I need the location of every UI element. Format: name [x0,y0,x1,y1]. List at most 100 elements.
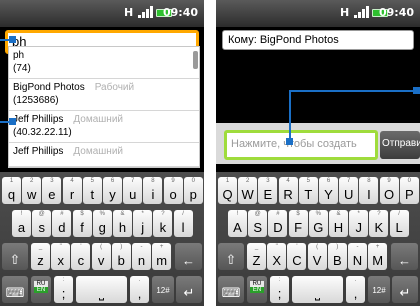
key-o[interactable]: 9O [379,177,399,204]
suggestion-item[interactable]: ph (74) [9,47,199,79]
key-k[interactable]: ? k [153,210,173,237]
key-v[interactable]: (V [307,243,327,270]
key-alt-label: ( [316,244,319,250]
key-c[interactable]: ' c [71,243,91,270]
key-f[interactable]: $ F [288,210,308,237]
key-x[interactable]: " X [267,243,287,270]
key-label: b [117,253,125,268]
key-z[interactable]: _ Z [247,243,266,270]
key-label: S [253,220,263,235]
scrollbar[interactable] [193,51,198,69]
key-alt-label: % [99,211,105,217]
key-q[interactable]: 1Q [218,177,237,204]
language-key[interactable]: RU EN [31,276,51,303]
key-y[interactable]: 6y [103,177,122,204]
keyboard-settings-key[interactable]: ⌨ [2,276,28,303]
key-h[interactable]: & H [329,210,348,237]
shift-key[interactable]: ⇧ [218,243,244,270]
key-p[interactable]: 0p [183,177,203,204]
key-alt-label: ? [161,211,165,217]
key-d[interactable]: # d [52,210,72,237]
key-c[interactable]: ' C [287,243,307,270]
space-key[interactable]: ⎵ [76,276,127,303]
key-m[interactable]: + M [368,243,388,270]
key-label: d [58,220,66,235]
key-label: r [69,187,75,202]
key-label: q [7,187,16,202]
key-n[interactable]: -n [132,243,151,270]
key-o[interactable]: 9o [163,177,183,204]
enter-key[interactable]: ↵ [176,276,202,303]
key-l[interactable]: / L [389,210,409,237]
key-e[interactable]: 3e [42,177,62,204]
key-alt-label: 1 [9,178,14,184]
semicolon-key[interactable]: :; [54,276,73,303]
key-d[interactable]: # D [268,210,288,237]
key-t[interactable]: 5T [298,177,318,204]
key-g[interactable]: % g [92,210,112,237]
key-s[interactable]: @ s [32,210,52,237]
key-l[interactable]: / l [173,210,193,237]
key-r[interactable]: 4R [278,177,298,204]
key-b[interactable]: ) B [327,243,347,270]
key-e[interactable]: 3E [258,177,278,204]
send-button[interactable]: Отправить [380,131,420,159]
key-alt-label: : [278,277,281,283]
key-j[interactable]: * j [133,210,153,237]
key-label: g [98,220,106,235]
key-v[interactable]: (v [91,243,111,270]
keyboard-settings-key[interactable]: ⌨ [218,276,244,303]
key-w[interactable]: 2w [22,177,42,204]
key-u[interactable]: 7u [123,177,143,204]
key-alt-label: * [141,211,144,217]
key-x[interactable]: " x [51,243,71,270]
shift-key[interactable]: ⇧ [2,243,28,270]
to-field[interactable]: Кому: BigPond Photos [222,30,414,50]
key-b[interactable]: ) b [111,243,131,270]
key-alt-label: / [182,211,184,217]
key-y[interactable]: 6Y [319,177,338,204]
message-input[interactable]: Нажмите, чтобы создать [224,130,378,160]
comma-key[interactable]: ., [346,276,365,303]
key-i[interactable]: 8I [359,177,379,204]
language-key[interactable]: RU EN [247,276,267,303]
key-alt-label: ! [236,211,239,217]
backspace-key[interactable]: ← [175,243,202,270]
key-r[interactable]: 4r [62,177,82,204]
key-s[interactable]: @ S [248,210,268,237]
callout-dot [9,36,16,43]
backspace-key[interactable]: ← [391,243,418,270]
key-f[interactable]: $ f [72,210,92,237]
key-t[interactable]: 5t [82,177,102,204]
key-h[interactable]: & h [113,210,132,237]
key-a[interactable]: ! A [228,210,247,237]
key-label: L [395,220,403,235]
comma-key[interactable]: ., [130,276,149,303]
symbols-key[interactable]: 12# [368,276,390,303]
key-k[interactable]: ? K [369,210,389,237]
key-label: 12# [156,286,170,295]
key-i[interactable]: 8i [143,177,163,204]
suggestion-item[interactable]: BigPond Photos Рабочий (1253686) [9,79,199,111]
space-key[interactable]: ⎵ [292,276,343,303]
key-alt-label: 5 [306,178,310,184]
key-label: , [353,286,358,301]
key-j[interactable]: * J [349,210,369,237]
key-a[interactable]: ! a [12,210,31,237]
suggestion-item[interactable]: Jeff Phillips Домашний [9,143,199,167]
key-alt-label: & [336,211,341,217]
enter-key[interactable]: ↵ [392,276,418,303]
key-m[interactable]: + m [152,243,172,270]
key-q[interactable]: 1q [2,177,21,204]
semicolon-key[interactable]: :; [270,276,289,303]
key-u[interactable]: 7U [339,177,359,204]
symbols-key[interactable]: 12# [152,276,174,303]
status-time: 09:40 [378,6,414,19]
callout-line [289,90,291,141]
key-g[interactable]: % G [308,210,328,237]
key-z[interactable]: _ z [31,243,50,270]
suggestion-item[interactable]: Jeff Phillips Домашний (40.32.22.11) [9,111,199,143]
key-p[interactable]: 0P [399,177,419,204]
key-n[interactable]: -N [348,243,367,270]
key-w[interactable]: 2W [238,177,258,204]
